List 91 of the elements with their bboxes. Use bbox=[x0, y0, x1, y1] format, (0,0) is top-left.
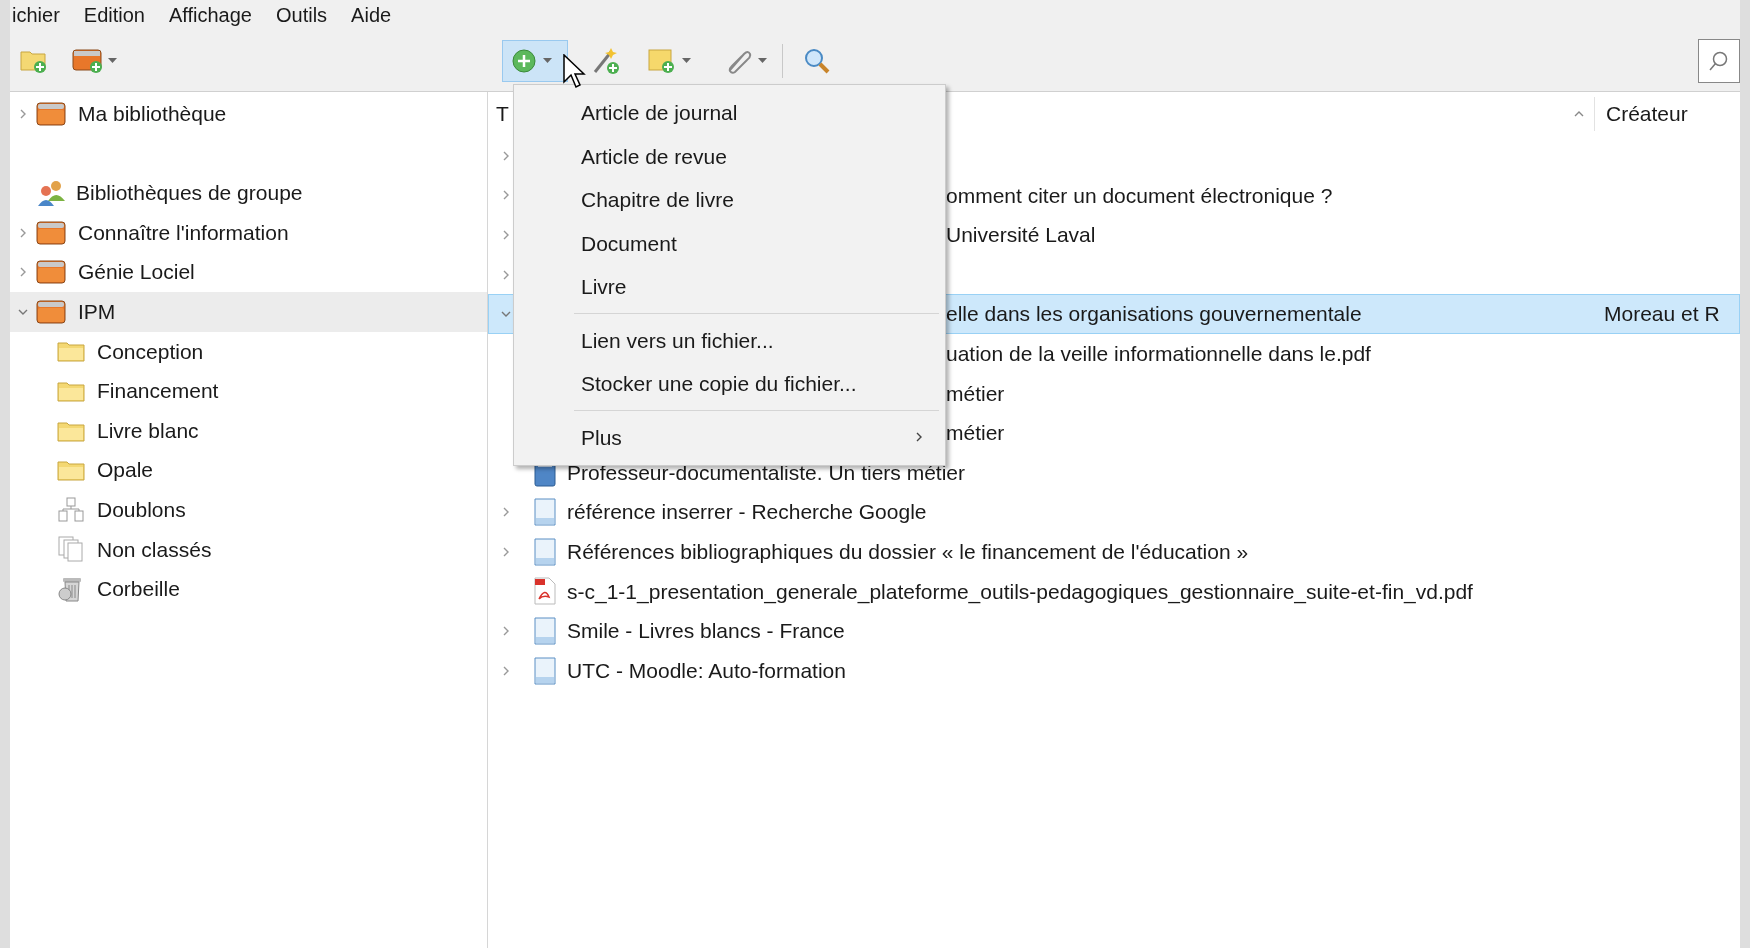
collection-label: Livre blanc bbox=[97, 417, 199, 444]
note-plus-icon bbox=[648, 47, 676, 74]
item-title: Université Laval bbox=[946, 222, 1096, 249]
menu-option[interactable]: Plus bbox=[514, 415, 945, 459]
people-icon bbox=[36, 179, 68, 207]
item-title: s-c_1-1_presentation_generale_plateforme_outils-pedagogiques_gestionnaire_suite-et-fin_vd.pdf bbox=[567, 578, 1473, 606]
menu-option[interactable]: Stocker une copie du fichier... bbox=[514, 362, 945, 406]
item-title: uation de la veille informationnelle dans le.pdf bbox=[946, 341, 1371, 367]
menu-item[interactable]: Affichage bbox=[168, 5, 252, 25]
collection-row[interactable]: IPM bbox=[10, 291, 487, 332]
chevron-right-icon[interactable] bbox=[501, 664, 511, 677]
library-plus-icon bbox=[72, 47, 104, 74]
column-header[interactable]: Créateur bbox=[1606, 98, 1688, 130]
collection-label: Ma bibliothèque bbox=[78, 101, 227, 128]
library-box-icon bbox=[36, 298, 66, 325]
document-icon bbox=[533, 537, 557, 566]
collection-row[interactable]: Connaître l'information bbox=[10, 212, 487, 253]
library-box-icon bbox=[36, 100, 66, 127]
chevron-right-icon[interactable] bbox=[18, 107, 28, 120]
collection-label: Financement bbox=[97, 378, 219, 405]
collection-label: Conception bbox=[97, 338, 204, 365]
collection-row[interactable]: Financement bbox=[10, 371, 487, 411]
collection-row[interactable]: Doublons bbox=[10, 489, 487, 530]
column-header[interactable]: T bbox=[496, 98, 509, 130]
menu-option[interactable]: Document bbox=[514, 221, 945, 265]
menu-item[interactable]: ichier bbox=[12, 5, 60, 25]
collection-row[interactable]: Corbeille bbox=[10, 569, 487, 609]
chevron-right-icon[interactable] bbox=[501, 545, 511, 558]
collection-row[interactable]: Bibliothèques de groupe bbox=[10, 173, 487, 213]
item-title: Smile - Livres blancs - France bbox=[567, 618, 845, 645]
dropdown-caret-icon bbox=[758, 57, 767, 64]
new-item-button[interactable] bbox=[502, 39, 568, 82]
collection-label: Connaître l'information bbox=[78, 219, 289, 246]
chevron-right-icon[interactable] bbox=[501, 149, 511, 162]
plus-circle-icon bbox=[511, 47, 537, 74]
chevron-right-icon[interactable] bbox=[501, 189, 511, 202]
chevron-right-icon[interactable] bbox=[18, 226, 28, 239]
collection-row[interactable]: Conception bbox=[10, 331, 487, 372]
collection-label: Doublons bbox=[97, 497, 186, 523]
item-title: métier bbox=[946, 420, 1005, 447]
collection-row[interactable]: Opale bbox=[10, 450, 487, 490]
collection-label: Génie Lociel bbox=[78, 259, 195, 286]
dropdown-caret-icon bbox=[543, 57, 552, 64]
menu-item[interactable]: Edition bbox=[83, 5, 145, 25]
item-title: Professeur-documentaliste. Un tiers métier bbox=[567, 459, 965, 486]
document-icon bbox=[533, 616, 557, 645]
document-icon bbox=[533, 656, 557, 685]
magnifier-icon bbox=[803, 46, 831, 75]
item-creator: Moreau et R bbox=[1604, 302, 1720, 326]
item-title: Références bibliographiques du dossier « le financement de l'éducation » bbox=[567, 539, 1249, 565]
collection-label: IPM bbox=[78, 299, 116, 325]
collection-label: Non classés bbox=[97, 536, 212, 563]
search-icon bbox=[1708, 49, 1730, 72]
search-field[interactable] bbox=[1698, 38, 1740, 83]
chevron-right-icon[interactable] bbox=[501, 268, 511, 281]
documents-icon bbox=[57, 536, 85, 563]
item-title: omment citer un document électronique ? bbox=[946, 182, 1333, 209]
menu-option[interactable]: Article de journal bbox=[514, 91, 945, 135]
item-title: elle dans les organisations gouvernementale bbox=[946, 301, 1362, 328]
chevron-right-icon[interactable] bbox=[501, 229, 511, 241]
item-title: référence inserrer - Recherche Google bbox=[567, 499, 927, 526]
collection-row[interactable]: Livre blanc bbox=[10, 410, 487, 451]
folder-icon bbox=[57, 379, 85, 402]
folder-icon bbox=[57, 459, 85, 482]
library-box-icon bbox=[36, 219, 66, 246]
folder-icon bbox=[57, 419, 85, 442]
sort-up-icon[interactable] bbox=[1574, 111, 1584, 117]
mouse-cursor-icon bbox=[563, 54, 587, 90]
collection-label: Corbeille bbox=[97, 576, 180, 603]
item-title: métier bbox=[946, 380, 1005, 407]
chevron-right-icon[interactable] bbox=[18, 266, 28, 279]
dropdown-caret-icon bbox=[108, 57, 117, 64]
document-icon bbox=[533, 498, 557, 527]
collection-row[interactable]: Génie Lociel bbox=[10, 252, 487, 292]
collection-row[interactable]: Ma bibliothèque bbox=[10, 94, 487, 134]
menu-option[interactable]: Article de revue bbox=[514, 134, 945, 178]
pdf-icon bbox=[533, 577, 557, 606]
dropdown-caret-icon bbox=[682, 57, 691, 64]
chevron-right-icon[interactable] bbox=[501, 624, 511, 637]
duplicates-icon bbox=[57, 496, 85, 523]
folder-plus-icon bbox=[20, 48, 48, 73]
item-title: UTC - Moodle: Auto-formation bbox=[567, 657, 846, 684]
collection-row[interactable]: Non classés bbox=[10, 529, 487, 570]
folder-icon bbox=[57, 340, 85, 363]
library-box-icon bbox=[36, 259, 66, 286]
menu-item[interactable]: Aide bbox=[351, 5, 392, 25]
collection-label: Opale bbox=[97, 457, 154, 484]
chevron-right-icon[interactable] bbox=[501, 506, 511, 519]
menu-item[interactable]: Outils bbox=[276, 5, 328, 25]
collection-label: Bibliothèques de groupe bbox=[76, 180, 303, 207]
menu-option[interactable]: Chapitre de livre bbox=[514, 178, 945, 222]
